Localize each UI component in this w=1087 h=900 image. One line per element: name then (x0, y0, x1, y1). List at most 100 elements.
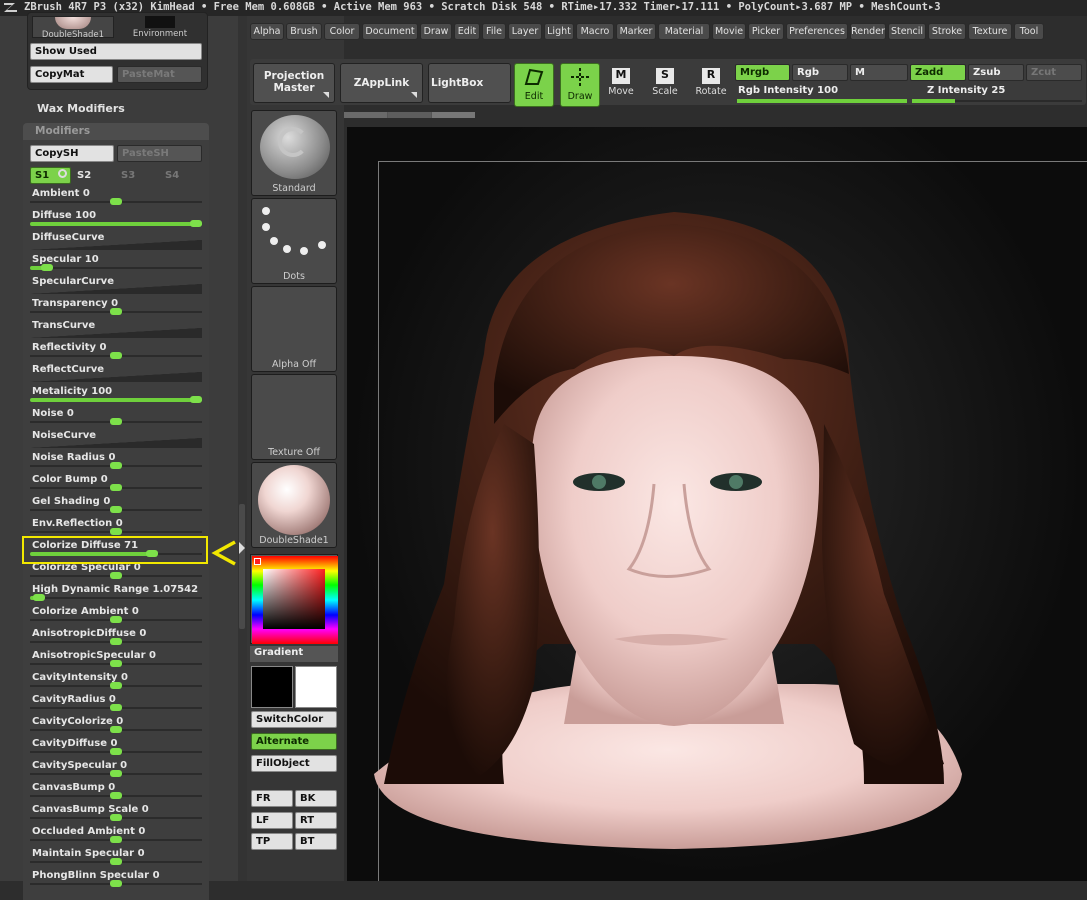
modifier-slider-11[interactable]: NoiseCurve (30, 430, 202, 452)
panel-splitter[interactable] (238, 16, 247, 881)
texture-thumb[interactable]: Texture Off (251, 374, 337, 460)
slider-knob[interactable] (110, 704, 122, 711)
modifier-slider-24[interactable]: CavityColorize 0 (30, 716, 202, 738)
slider-knob[interactable] (110, 638, 122, 645)
menu-movie[interactable]: Movie (712, 23, 746, 40)
modifier-slider-31[interactable]: PhongBlinn Specular 0 (30, 870, 202, 892)
slider-knob[interactable] (110, 352, 122, 359)
shader-s1-button[interactable]: S1 (30, 167, 71, 184)
pastesh-button[interactable]: PasteSH (117, 145, 202, 162)
secondary-color-swatch[interactable] (295, 666, 337, 708)
projection-master-button[interactable]: Projection Master (253, 63, 335, 103)
modifier-slider-21[interactable]: AnisotropicSpecular 0 (30, 650, 202, 672)
zadd-toggle[interactable]: Zadd (910, 64, 966, 81)
menu-preferences[interactable]: Preferences (786, 23, 848, 40)
slider-knob[interactable] (110, 792, 122, 799)
modifier-slider-2[interactable]: DiffuseCurve (30, 232, 202, 254)
modifier-slider-14[interactable]: Gel Shading 0 (30, 496, 202, 518)
view-top-button[interactable]: TP (251, 833, 293, 850)
copysh-button[interactable]: CopySH (30, 145, 114, 162)
modifier-slider-30[interactable]: Maintain Specular 0 (30, 848, 202, 870)
slider-knob[interactable] (110, 770, 122, 777)
menu-layer[interactable]: Layer (508, 23, 542, 40)
modifier-slider-23[interactable]: CavityRadius 0 (30, 694, 202, 716)
menu-tool[interactable]: Tool (1014, 23, 1044, 40)
modifier-slider-6[interactable]: TransCurve (30, 320, 202, 342)
shader-s3-button[interactable]: S3 (121, 170, 135, 181)
slider-knob[interactable] (110, 462, 122, 469)
shader-s4-button[interactable]: S4 (165, 170, 179, 181)
menu-file[interactable]: File (482, 23, 506, 40)
alternate-button[interactable]: Alternate (251, 733, 337, 750)
modifier-slider-0[interactable]: Ambient 0 (30, 188, 202, 210)
slider-knob[interactable] (110, 726, 122, 733)
modifier-slider-9[interactable]: Metalicity 100 (30, 386, 202, 408)
rgb-toggle[interactable]: Rgb (792, 64, 848, 81)
modifier-slider-25[interactable]: CavityDiffuse 0 (30, 738, 202, 760)
fillobject-button[interactable]: FillObject (251, 755, 337, 772)
slider-knob[interactable] (110, 660, 122, 667)
z-intensity-slider[interactable] (912, 99, 1082, 103)
splitter-grip[interactable] (239, 504, 245, 629)
rotate-mode-button[interactable]: R Rotate (691, 63, 731, 107)
modifier-slider-7[interactable]: Reflectivity 0 (30, 342, 202, 364)
view-left-button[interactable]: LF (251, 812, 293, 829)
m-toggle[interactable]: M (850, 64, 908, 81)
saturation-square[interactable] (263, 569, 325, 629)
slider-knob[interactable] (110, 528, 122, 535)
switchcolor-button[interactable]: SwitchColor (251, 711, 337, 728)
menu-draw[interactable]: Draw (420, 23, 452, 40)
color-picker[interactable] (250, 554, 338, 644)
mrgb-toggle[interactable]: Mrgb (735, 64, 790, 81)
wax-modifiers-header[interactable]: Wax Modifiers (37, 102, 125, 115)
gradient-toggle[interactable]: Gradient (250, 646, 338, 662)
menu-marker[interactable]: Marker (616, 23, 656, 40)
modifier-slider-26[interactable]: CavitySpecular 0 (30, 760, 202, 782)
slider-knob[interactable] (32, 594, 45, 601)
menu-render[interactable]: Render (850, 23, 886, 40)
menu-texture[interactable]: Texture (968, 23, 1012, 40)
slider-knob[interactable] (110, 198, 122, 205)
zsub-toggle[interactable]: Zsub (968, 64, 1024, 81)
slider-knob[interactable] (110, 572, 122, 579)
primary-color-swatch[interactable] (251, 666, 293, 708)
modifier-slider-8[interactable]: ReflectCurve (30, 364, 202, 386)
menu-color[interactable]: Color (324, 23, 360, 40)
slider-knob[interactable] (110, 418, 122, 425)
curve-ramp[interactable] (30, 438, 202, 448)
modifiers-header[interactable]: Modifiers (23, 123, 209, 140)
modifier-slider-10[interactable]: Noise 0 (30, 408, 202, 430)
rgb-intensity-slider[interactable] (737, 99, 907, 103)
slider-track[interactable] (30, 267, 202, 269)
material-shelf-thumb[interactable]: DoubleShade1 (251, 462, 337, 548)
show-used-button[interactable]: Show Used (30, 43, 202, 60)
pastemat-button[interactable]: PasteMat (117, 66, 202, 83)
brush-thumb[interactable]: Standard (251, 110, 337, 196)
view-right-button[interactable]: RT (295, 812, 337, 829)
modifier-slider-3[interactable]: Specular 10 (30, 254, 202, 276)
slider-knob[interactable] (190, 396, 202, 403)
menu-macro[interactable]: Macro (576, 23, 614, 40)
curve-ramp[interactable] (30, 372, 202, 382)
menu-edit[interactable]: Edit (454, 23, 480, 40)
environment-thumb[interactable]: Environment (118, 16, 202, 39)
shader-s2-button[interactable]: S2 (77, 170, 91, 181)
slider-knob[interactable] (41, 264, 54, 271)
curve-ramp[interactable] (30, 284, 202, 294)
slider-knob[interactable] (110, 836, 122, 843)
zapplink-button[interactable]: ZAppLink (340, 63, 423, 103)
modifier-slider-29[interactable]: Occluded Ambient 0 (30, 826, 202, 848)
modifier-slider-19[interactable]: Colorize Ambient 0 (30, 606, 202, 628)
slider-knob[interactable] (190, 220, 202, 227)
modifier-slider-5[interactable]: Transparency 0 (30, 298, 202, 320)
modifier-slider-17[interactable]: Colorize Specular 0 (30, 562, 202, 584)
move-mode-button[interactable]: M Move (601, 63, 641, 107)
view-front-button[interactable]: FR (251, 790, 293, 807)
modifier-slider-27[interactable]: CanvasBump 0 (30, 782, 202, 804)
modifier-slider-13[interactable]: Color Bump 0 (30, 474, 202, 496)
view-back-button[interactable]: BK (295, 790, 337, 807)
menu-material[interactable]: Material (658, 23, 710, 40)
curve-ramp[interactable] (30, 328, 202, 338)
collapse-arrow-icon[interactable] (239, 542, 245, 554)
menu-picker[interactable]: Picker (748, 23, 784, 40)
